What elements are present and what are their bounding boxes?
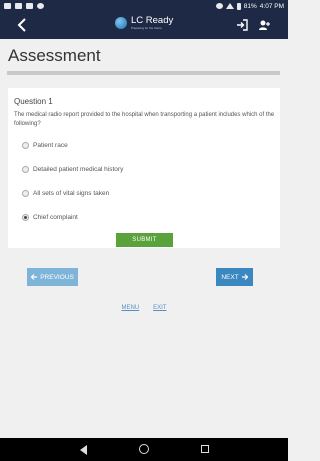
question-text: The medical radio report provided to the… <box>14 112 275 127</box>
main-content: Assessment Question 1 The medical radio … <box>0 39 288 438</box>
title-divider <box>7 71 280 75</box>
next-button[interactable]: NEXT <box>216 268 253 286</box>
system-back-icon[interactable] <box>80 445 87 455</box>
arrow-left-icon <box>31 274 38 280</box>
wifi-icon <box>225 3 234 9</box>
option-label: Chief complaint <box>33 214 78 221</box>
next-label: NEXT <box>221 273 239 281</box>
radio-button[interactable] <box>22 166 29 173</box>
image-icon <box>26 3 33 9</box>
system-home-icon[interactable] <box>139 444 149 454</box>
arrow-right-icon <box>241 274 248 280</box>
alarm-icon <box>215 3 223 9</box>
previous-button[interactable]: PREVIOUS <box>27 268 78 286</box>
back-button[interactable] <box>17 16 31 34</box>
system-recents-icon[interactable] <box>201 445 209 453</box>
exit-link[interactable]: EXIT <box>153 305 166 311</box>
system-navigation-bar <box>0 438 288 461</box>
option-label: Patient race <box>33 142 68 149</box>
page-title: Assessment <box>8 46 101 65</box>
clock: 4:07 PM <box>259 2 284 10</box>
add-user-icon[interactable] <box>258 19 270 31</box>
sync-icon <box>37 3 44 9</box>
battery-percent: 81% <box>243 2 257 10</box>
answer-option[interactable]: Patient race <box>22 142 68 149</box>
footer-links: MENU EXIT <box>0 305 288 311</box>
app-header: LC Ready Preparing for the future <box>0 12 288 39</box>
app-logo: LC Ready Preparing for the future <box>115 16 173 30</box>
globe-icon <box>115 17 127 29</box>
logo-subtitle: Preparing for the future <box>131 26 162 30</box>
answer-option[interactable]: All sets of vital signs taken <box>22 190 109 197</box>
question-card: Question 1 The medical radio report prov… <box>8 88 280 248</box>
answer-option[interactable]: Chief complaint <box>22 214 78 221</box>
answer-option[interactable]: Detailed patient medical history <box>22 166 123 173</box>
question-heading: Question 1 <box>14 97 53 106</box>
chevron-left-icon <box>17 18 26 32</box>
status-bar: 81% 4:07 PM <box>0 0 288 12</box>
mail-icon <box>15 3 22 9</box>
logo-title: LC Ready <box>131 15 174 26</box>
option-label: All sets of vital signs taken <box>33 190 110 197</box>
submit-button[interactable]: SUBMIT <box>116 233 173 247</box>
radio-button-selected[interactable] <box>22 214 29 221</box>
menu-link[interactable]: MENU <box>121 305 139 311</box>
battery-icon <box>236 2 241 10</box>
radio-button[interactable] <box>22 190 29 197</box>
option-label: Detailed patient medical history <box>33 166 124 173</box>
radio-button[interactable] <box>22 142 29 149</box>
sign-in-icon[interactable] <box>236 19 248 31</box>
notification-icon <box>4 3 11 9</box>
previous-label: PREVIOUS <box>40 273 74 281</box>
